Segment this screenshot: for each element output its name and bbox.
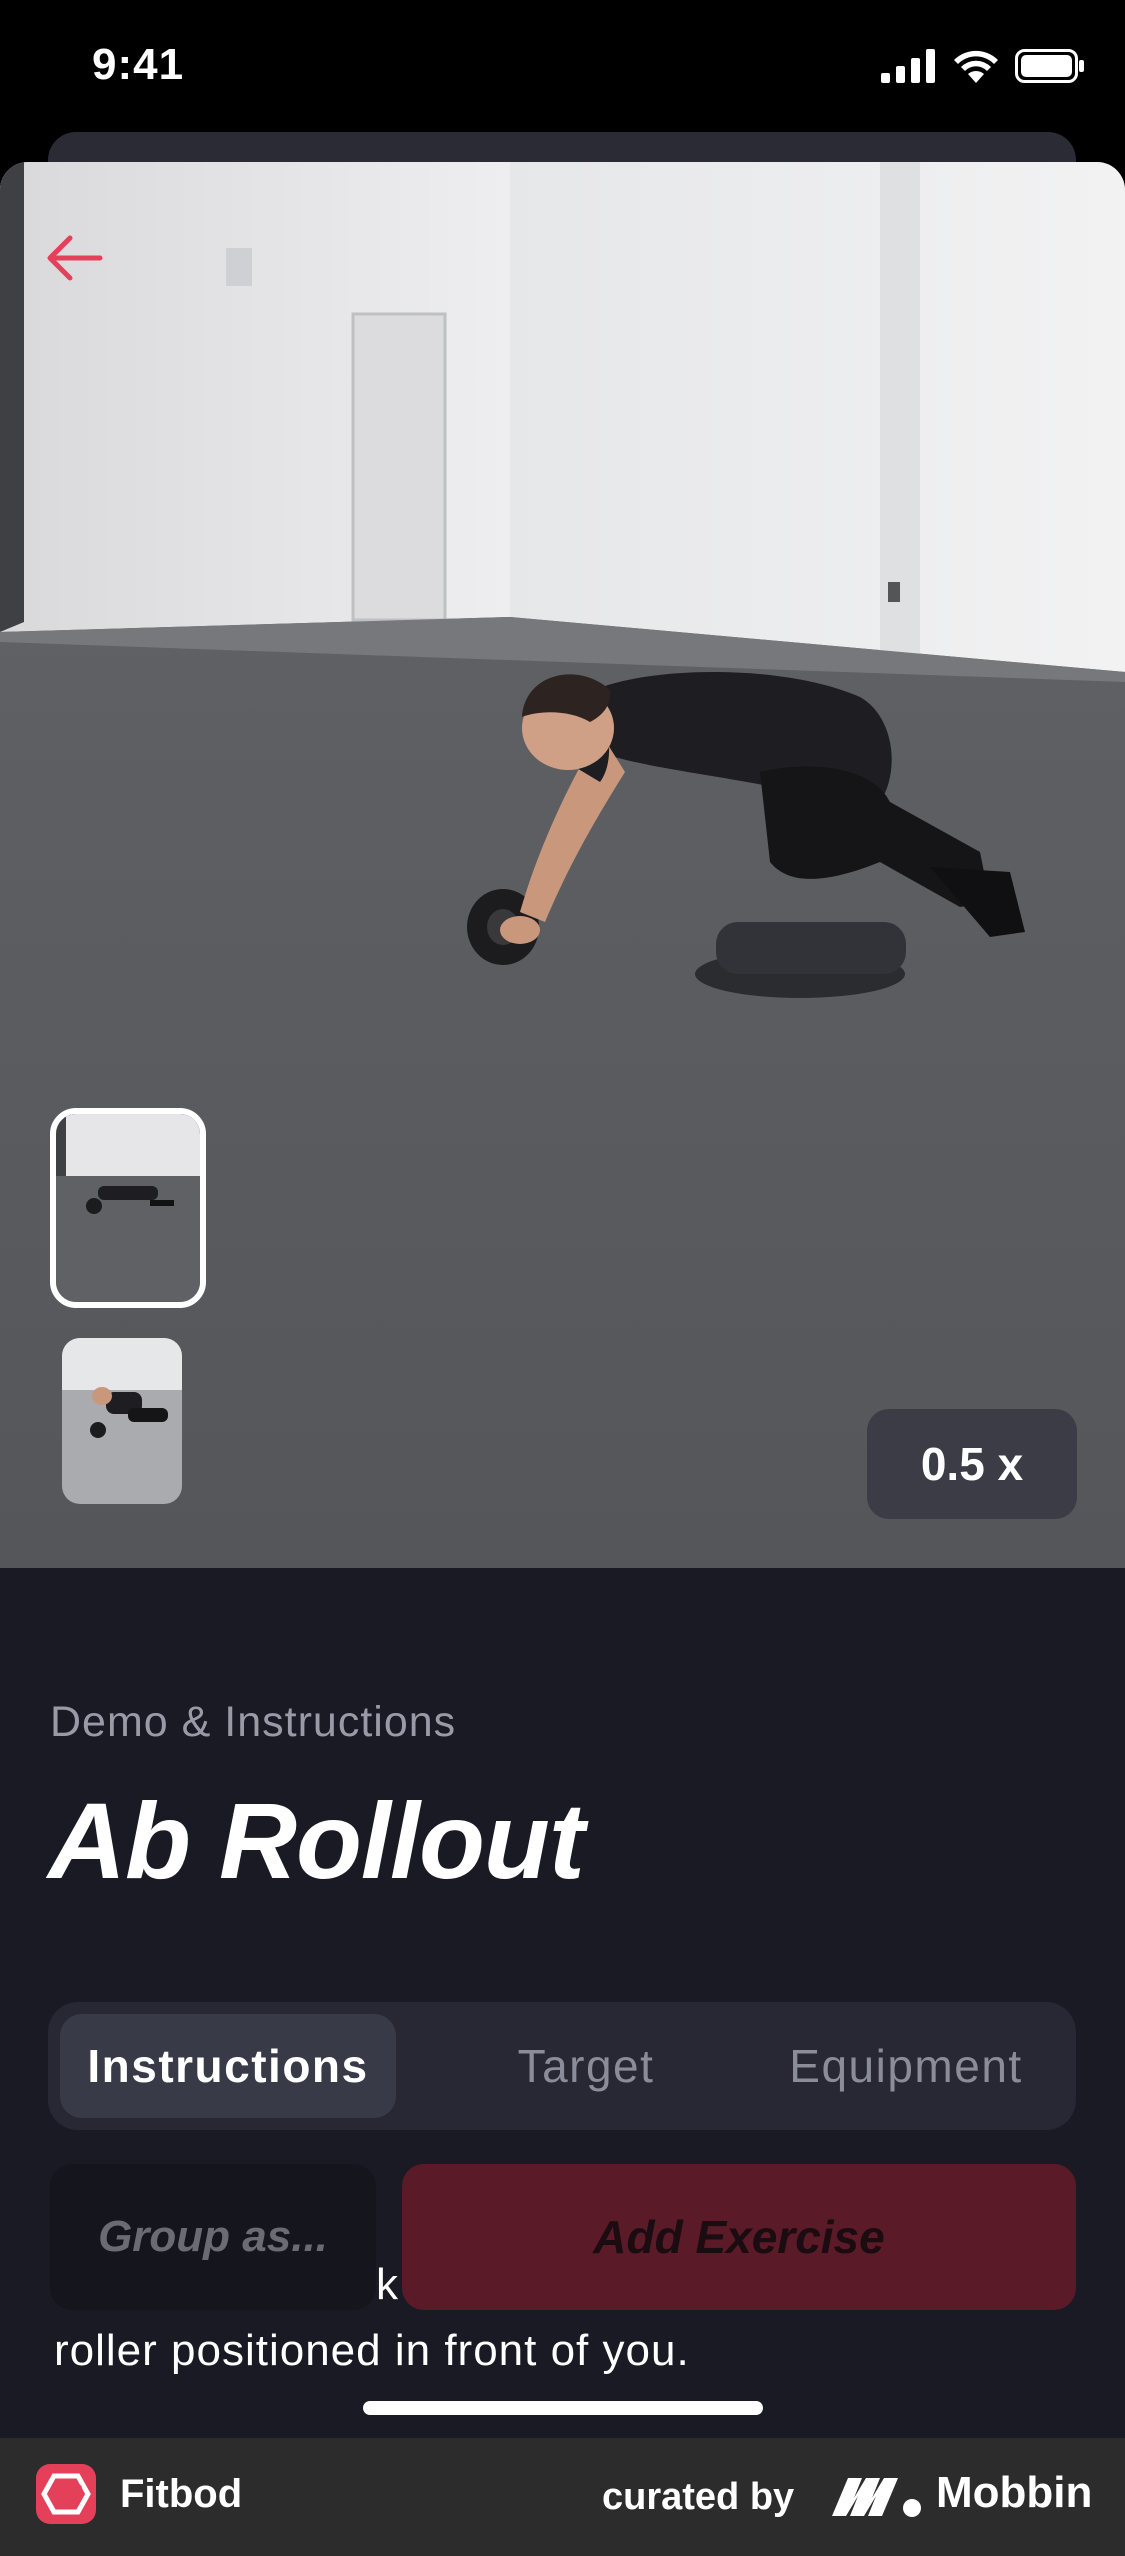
tab-instructions[interactable]: Instructions: [60, 2014, 396, 2118]
battery-icon: [1015, 49, 1084, 83]
status-icons: [881, 46, 1085, 86]
status-time: 9:41: [92, 40, 185, 89]
instruction-text: roller positioned in front of you.: [54, 2326, 690, 2375]
tab-bar: Instructions Target Equipment: [48, 2002, 1076, 2130]
angle-thumbnail-2[interactable]: [62, 1338, 182, 1504]
tab-target[interactable]: Target: [436, 2014, 736, 2118]
demo-video[interactable]: 0.5 x: [0, 162, 1125, 1568]
exercise-title: Ab Rollout: [48, 1780, 585, 1901]
cellular-signal-icon: [881, 49, 935, 83]
thumbnail-image: [62, 1338, 182, 1504]
curated-by-label: curated by: [602, 2476, 795, 2518]
arrow-left-icon: [47, 235, 103, 281]
tab-equipment[interactable]: Equipment: [748, 2014, 1064, 2118]
section-subtitle: Demo & Instructions: [50, 1698, 457, 1746]
status-bar: 9:41: [0, 0, 1125, 140]
fitbod-logo-icon: [36, 2464, 96, 2524]
back-button[interactable]: [40, 222, 112, 294]
playback-speed-button[interactable]: 0.5 x: [867, 1409, 1077, 1519]
exercise-panel: Demo & Instructions Ab Rollout Instructi…: [0, 1568, 1125, 2438]
app-name: Fitbod: [120, 2472, 243, 2516]
thumbnail-image: [56, 1114, 200, 1302]
angle-thumbnail-1[interactable]: [50, 1108, 206, 1308]
attribution-footer: Fitbod curated by Mobbin: [0, 2438, 1125, 2556]
group-as-button[interactable]: Group as...: [50, 2164, 376, 2310]
instruction-text-fragment: k: [376, 2260, 399, 2309]
wifi-icon: [954, 50, 998, 83]
add-exercise-button[interactable]: Add Exercise: [402, 2164, 1076, 2310]
mobbin-logo-icon: [832, 2478, 921, 2517]
mobbin-brand: Mobbin: [936, 2468, 1093, 2517]
home-indicator: [363, 2401, 763, 2415]
